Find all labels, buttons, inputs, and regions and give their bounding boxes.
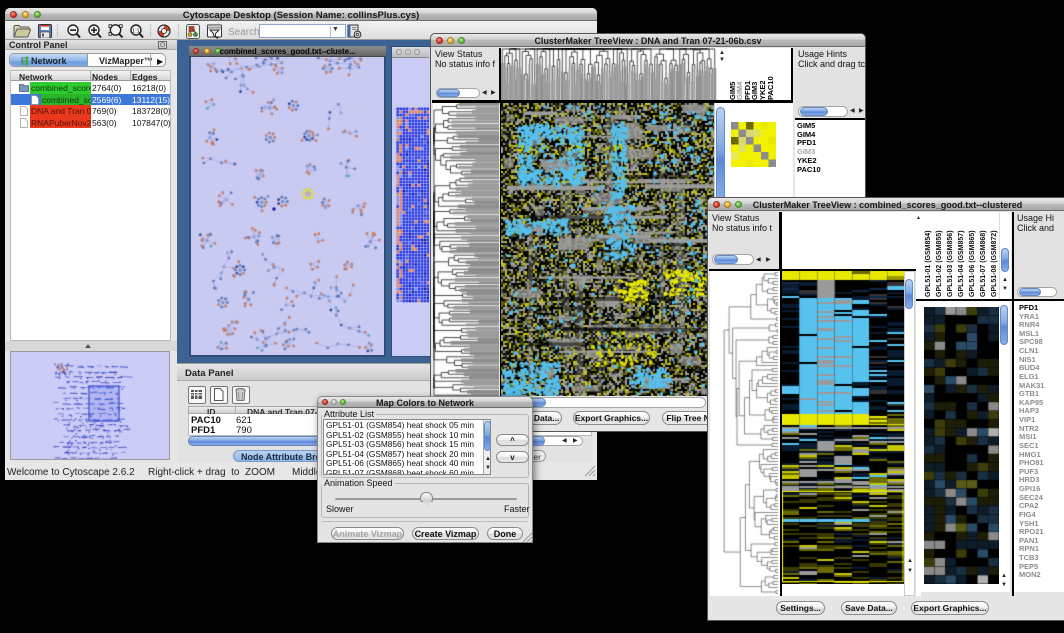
svg-text:1:1: 1:1	[132, 28, 140, 34]
